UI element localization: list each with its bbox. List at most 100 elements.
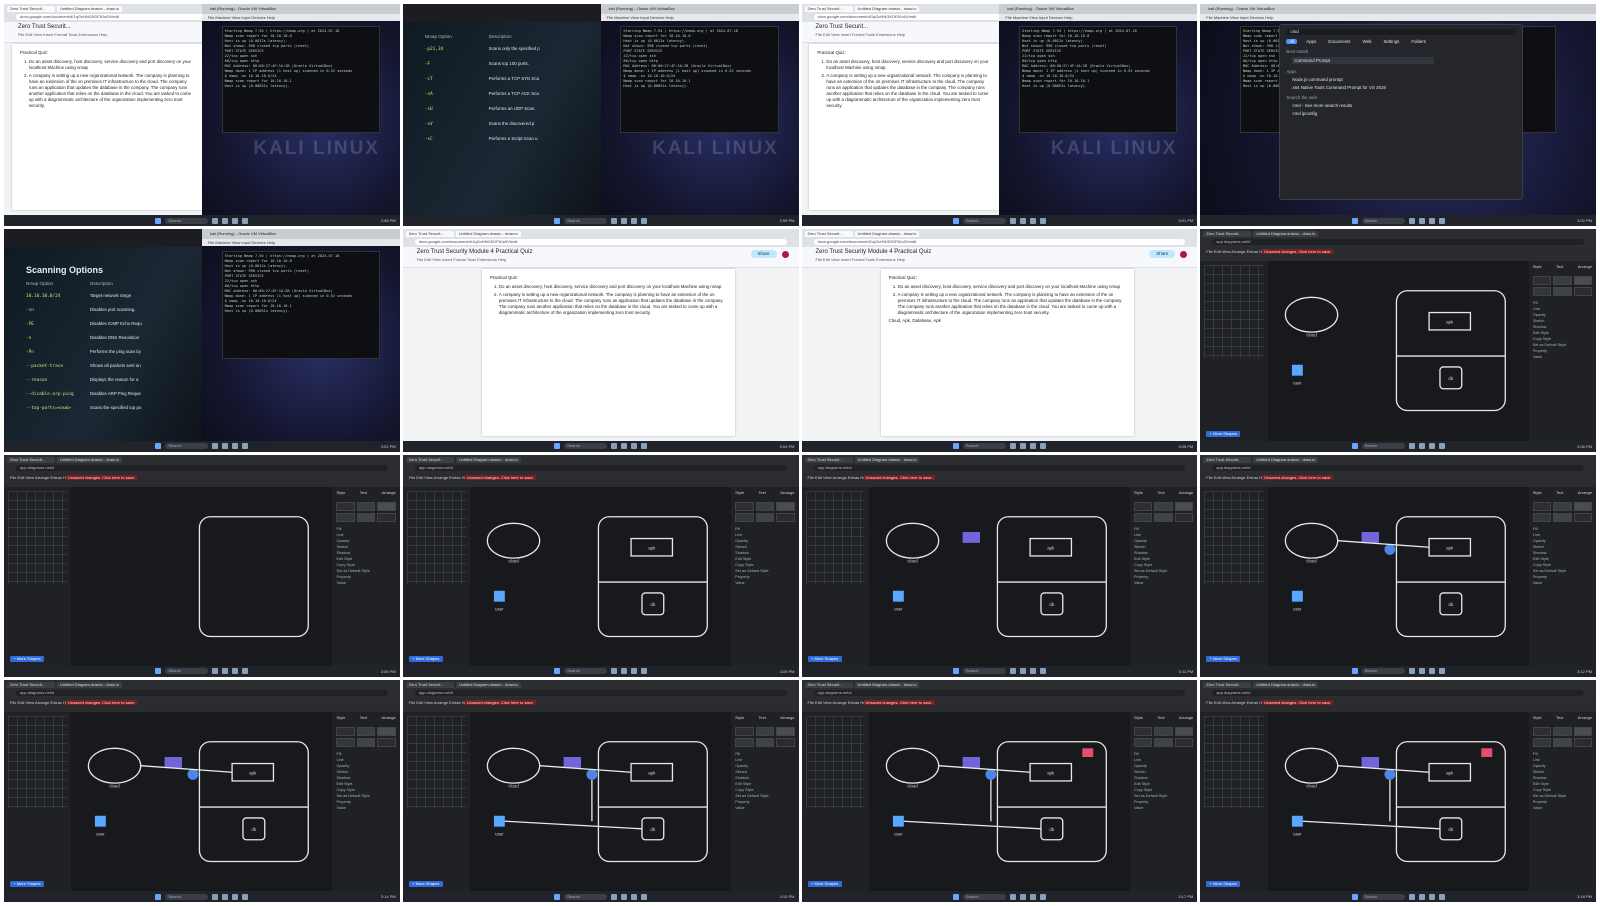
format-tab[interactable]: Text [360, 490, 367, 495]
shield-icon[interactable] [586, 768, 598, 780]
style-swatch[interactable] [356, 501, 376, 511]
document-page[interactable]: Practical Quiz: Do an asset discovery, ho… [880, 269, 1135, 436]
folder-icon[interactable] [242, 893, 249, 900]
drawio-menu[interactable]: File Edit View Arrange Extras Help [409, 700, 470, 705]
style-swatch[interactable] [336, 726, 355, 736]
taskbar-search-box[interactable]: Search [165, 443, 209, 449]
file-explorer-icon[interactable] [1009, 443, 1016, 449]
browser-tab[interactable]: Zero Trust Securit... [7, 456, 55, 463]
document-title[interactable]: Zero Trust Securit... [816, 24, 869, 30]
firewall-icon[interactable] [962, 756, 980, 768]
format-tab[interactable]: Arrange [1179, 490, 1193, 495]
chrome-icon[interactable] [1019, 668, 1026, 675]
user-avatar[interactable] [781, 251, 789, 259]
folder-icon[interactable] [1438, 668, 1445, 675]
format-tab[interactable]: Style [1134, 490, 1143, 495]
style-swatch[interactable] [776, 737, 795, 747]
virtualbox-window[interactable]: kali (Running) - Oracle VM VirtualBox Fil… [201, 4, 400, 216]
diagram-svg[interactable]: cloud apk db user [1268, 712, 1529, 891]
diagram-canvas[interactable]: cloud apk db user [868, 486, 1130, 666]
user-cube-icon[interactable] [493, 590, 505, 602]
windows-start-icon[interactable] [1351, 443, 1358, 449]
style-property[interactable]: Value [1533, 805, 1592, 811]
style-swatch[interactable] [356, 737, 376, 747]
address-bar[interactable]: app.diagrams.net/# [1212, 464, 1584, 471]
windows-start-icon[interactable] [554, 443, 561, 449]
style-swatch[interactable] [1133, 726, 1153, 736]
style-swatch[interactable] [1133, 501, 1153, 511]
diagram-canvas[interactable]: cloud apk db user [71, 711, 333, 891]
style-swatch[interactable] [1573, 512, 1592, 522]
style-swatch[interactable] [377, 512, 396, 522]
chrome-icon[interactable] [621, 217, 628, 224]
video-frame-thumbnail[interactable]: Zero Trust Securit... Untitled Diagram.dr… [1200, 454, 1596, 677]
more-shapes-button[interactable]: + More Shapes [807, 881, 842, 887]
diagram-canvas[interactable]: cloud apk db user [1267, 486, 1529, 666]
style-swatch[interactable] [1573, 726, 1592, 736]
folder-icon[interactable] [641, 217, 648, 224]
taskbar-search-box[interactable]: Search [1361, 668, 1405, 675]
style-swatch[interactable] [336, 512, 355, 522]
address-bar[interactable]: app.diagrams.net/# [1212, 239, 1584, 246]
format-tab[interactable]: Style [336, 490, 345, 495]
format-tab[interactable]: Style [735, 715, 744, 720]
diagram-svg[interactable]: cloud apk db user [1268, 487, 1529, 666]
browser-tab[interactable]: Untitled Diagram.drawio - draw.io [854, 681, 920, 688]
folder-icon[interactable] [1438, 893, 1445, 900]
terminal-icon[interactable] [631, 668, 638, 675]
video-frame-thumbnail[interactable]: Zero Trust Securit... Untitled Diagram.dr… [1200, 679, 1596, 902]
style-swatch[interactable] [776, 726, 795, 736]
browser-tab[interactable]: Zero Trust Securit... [7, 6, 55, 12]
firewall-icon[interactable] [563, 756, 582, 768]
chrome-icon[interactable] [1418, 893, 1425, 900]
organization-frame[interactable] [996, 515, 1107, 637]
style-swatch[interactable] [1573, 276, 1592, 286]
format-tab[interactable]: Style [1533, 715, 1542, 720]
style-swatch[interactable] [755, 726, 775, 736]
shield-icon[interactable] [985, 768, 997, 780]
shape-palette[interactable] [8, 490, 68, 584]
video-frame-thumbnail[interactable]: Zero Trust Securit... Untitled Diagram.dr… [402, 454, 799, 677]
taskbar-search-box[interactable]: Search [962, 668, 1006, 675]
diagram-canvas[interactable]: cloud apk db user [1267, 261, 1529, 441]
windows-start-icon[interactable] [952, 443, 959, 449]
browser-tab[interactable]: Untitled Diagram.drawio - draw.io [57, 456, 122, 463]
browser-tab[interactable]: Zero Trust Securit... [804, 456, 853, 463]
more-shapes-button[interactable]: + More Shapes [10, 655, 44, 662]
style-swatch[interactable] [755, 737, 775, 747]
drawio-menu[interactable]: File Edit View Arrange Extras Help [10, 700, 71, 705]
taskbar-search-box[interactable]: Search [962, 893, 1006, 900]
drawio-menu[interactable]: File Edit View Arrange Extras Help [409, 475, 470, 480]
shape-palette[interactable] [805, 715, 865, 809]
search-filter-tab[interactable]: Web [1360, 39, 1375, 44]
chrome-icon[interactable] [1019, 443, 1026, 449]
folder-icon[interactable] [1039, 217, 1046, 224]
browser-tab[interactable]: Untitled Diagram.drawio - draw.io [57, 6, 122, 12]
folder-icon[interactable] [641, 893, 648, 900]
browser-tab[interactable]: Zero Trust Securit... [405, 456, 454, 463]
user-cube-icon[interactable] [892, 815, 904, 827]
diagram-svg[interactable]: cloud apk db user [470, 712, 731, 891]
unsaved-changes-banner[interactable]: Unsaved changes. Click here to save. [66, 699, 138, 705]
windows-start-icon[interactable] [155, 217, 162, 224]
web-result[interactable]: cmd - See more search results [1292, 103, 1516, 108]
search-filter-tab[interactable]: Documents [1325, 39, 1353, 44]
taskbar-search-box[interactable]: Search [165, 893, 209, 900]
style-swatch[interactable] [776, 501, 795, 511]
style-swatch[interactable] [755, 512, 775, 522]
style-swatch[interactable] [1532, 287, 1552, 297]
style-swatch[interactable] [1553, 501, 1572, 511]
terminal-window[interactable]: Starting Nmap 7.94 ( https://nmap.org ) … [1019, 26, 1178, 134]
cloud-shape[interactable] [885, 747, 940, 784]
terminal-icon[interactable] [232, 893, 239, 900]
terminal-window[interactable]: Starting Nmap 7.94 ( https://nmap.org ) … [221, 251, 380, 359]
diagram-svg[interactable]: cloud apk db user [869, 712, 1130, 891]
policy-engine-box[interactable] [1082, 748, 1093, 757]
shield-icon[interactable] [1383, 768, 1395, 780]
more-shapes-button[interactable]: + More Shapes [10, 881, 44, 887]
document-page[interactable]: Practical Quiz: Do an asset discovery, ho… [481, 269, 736, 436]
file-explorer-icon[interactable] [611, 668, 618, 675]
browser-tab[interactable]: Zero Trust Securit... [7, 681, 55, 688]
taskbar-search-box[interactable]: Search [962, 217, 1006, 224]
address-bar[interactable]: app.diagrams.net/# [1212, 689, 1584, 696]
